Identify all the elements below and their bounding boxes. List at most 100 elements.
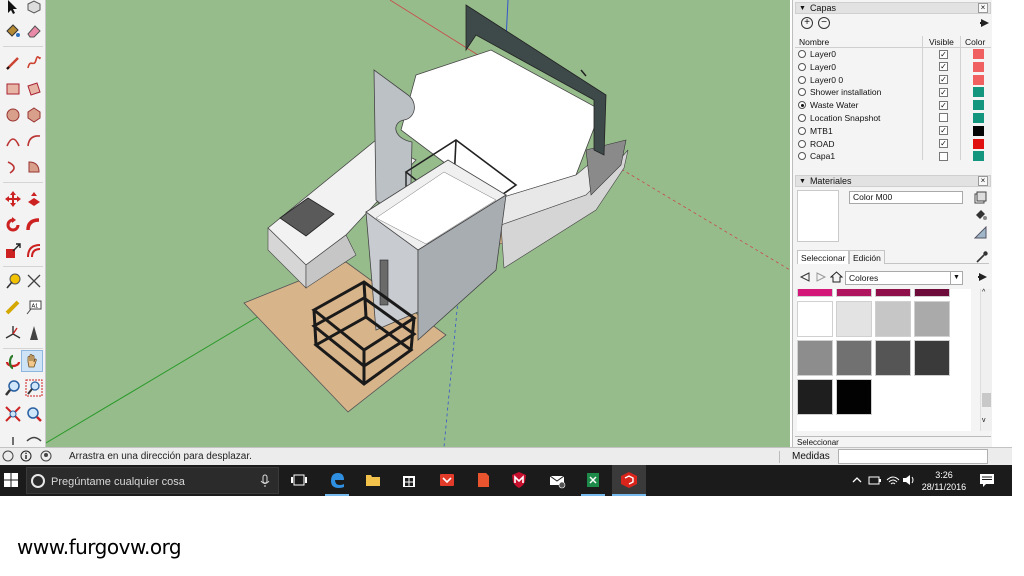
polygon-icon[interactable] [23, 104, 45, 126]
details-arrow-icon[interactable] [979, 17, 991, 29]
acrobat-icon[interactable] [472, 469, 494, 491]
material-swatch[interactable] [875, 301, 911, 337]
rotate-icon[interactable] [2, 214, 24, 236]
material-swatch[interactable] [914, 340, 950, 376]
layer-name[interactable]: ROAD [810, 139, 835, 149]
layer-color-swatch[interactable] [973, 74, 984, 85]
layer-name[interactable]: Layer0 [810, 62, 836, 72]
column-visible[interactable]: Visible [929, 37, 954, 47]
excel-icon[interactable] [582, 469, 604, 491]
layer-visible-checkbox[interactable] [939, 151, 948, 161]
system-clock[interactable]: 3:26 28/11/2016 [918, 469, 970, 493]
3d-text-icon[interactable] [23, 322, 45, 344]
material-swatch[interactable] [836, 289, 872, 297]
add-layer-icon[interactable]: + [801, 17, 813, 29]
volume-icon[interactable] [898, 469, 920, 491]
task-view-icon[interactable] [288, 469, 310, 491]
windows-start-icon[interactable] [0, 469, 22, 491]
cortana-search-box[interactable]: Pregúntame cualquier cosa [26, 467, 279, 494]
layer-color-swatch[interactable] [973, 112, 984, 123]
active-layer-radio[interactable] [798, 62, 806, 71]
material-swatch[interactable] [836, 340, 872, 376]
move-icon[interactable] [2, 188, 24, 210]
column-name[interactable]: Nombre [799, 37, 829, 47]
material-swatch[interactable] [797, 289, 833, 297]
chevron-down-icon[interactable]: ▼ [950, 272, 962, 284]
forward-arrow-icon[interactable] [815, 271, 827, 283]
layer-color-swatch[interactable] [973, 125, 984, 136]
active-layer-radio[interactable] [798, 75, 806, 84]
active-layer-radio[interactable] [798, 101, 806, 110]
tab-select[interactable]: Seleccionar [797, 250, 850, 264]
layers-panel-header[interactable]: ▼ Capas × [795, 2, 991, 14]
layer-row[interactable]: Capa1 [795, 150, 991, 163]
pie-icon[interactable] [23, 156, 45, 178]
material-swatch[interactable] [797, 340, 833, 376]
freehand-icon[interactable] [23, 52, 45, 74]
microphone-icon[interactable] [259, 474, 271, 488]
layer-name[interactable]: Shower installation [810, 87, 881, 97]
pencil-line-icon[interactable] [2, 52, 24, 74]
tab-edit[interactable]: Edición [849, 250, 885, 264]
measurements-input[interactable] [838, 449, 988, 464]
scroll-thumb[interactable] [982, 393, 991, 407]
material-swatch[interactable] [797, 301, 833, 337]
collapse-triangle-icon[interactable]: ▼ [799, 178, 806, 185]
layer-name[interactable]: Capa1 [810, 151, 835, 161]
mcafee-icon[interactable] [508, 469, 530, 491]
layer-color-swatch[interactable] [973, 138, 984, 149]
active-layer-radio[interactable] [798, 152, 806, 161]
material-swatch[interactable] [836, 379, 872, 415]
layer-name[interactable]: Layer0 0 [810, 75, 843, 85]
protractor-icon[interactable] [2, 296, 24, 318]
material-swatch[interactable] [875, 289, 911, 297]
user-account-icon[interactable] [40, 450, 52, 462]
layer-visible-checkbox[interactable] [939, 113, 948, 123]
layer-row[interactable]: Location Snapshot [795, 112, 991, 125]
layer-color-swatch[interactable] [973, 100, 984, 111]
sample-paint-icon[interactable] [973, 225, 987, 239]
material-name-field[interactable]: Color M00 [849, 191, 963, 204]
layer-name[interactable]: MTB1 [810, 126, 833, 136]
rotated-rectangle-icon[interactable] [23, 78, 45, 100]
zoom-window-icon[interactable] [23, 377, 45, 399]
two-point-arc-icon[interactable] [23, 130, 45, 152]
material-swatch[interactable] [836, 301, 872, 337]
3d-viewport[interactable] [46, 0, 790, 447]
push-pull-icon[interactable] [23, 188, 45, 210]
previous-view-icon[interactable] [23, 403, 45, 425]
three-point-arc-icon[interactable] [2, 156, 24, 178]
paint-bucket-icon[interactable] [2, 20, 24, 42]
notification-center-icon[interactable] [976, 469, 998, 491]
geo-location-icon[interactable] [2, 450, 14, 462]
select-arrow-icon[interactable] [2, 0, 24, 18]
layer-visible-checkbox[interactable]: ✓ [939, 126, 948, 136]
rectangle-icon[interactable] [2, 78, 24, 100]
mail-icon[interactable] [546, 469, 568, 491]
layer-visible-checkbox[interactable]: ✓ [939, 87, 948, 97]
layer-row[interactable]: MTB1 ✓ [795, 125, 991, 138]
layer-color-swatch[interactable] [973, 49, 984, 59]
layer-visible-checkbox[interactable]: ✓ [939, 139, 948, 149]
layer-row[interactable]: Shower installation ✓ [795, 86, 991, 99]
layer-name[interactable]: Waste Water [810, 100, 859, 110]
follow-me-icon[interactable] [23, 214, 45, 236]
offset-icon[interactable] [23, 240, 45, 262]
create-material-icon[interactable] [974, 191, 987, 204]
home-icon[interactable] [829, 270, 844, 283]
make-component-icon[interactable] [23, 0, 45, 18]
layer-color-swatch[interactable] [973, 151, 984, 162]
active-layer-radio[interactable] [798, 139, 806, 148]
store-icon[interactable] [398, 469, 420, 491]
layer-row[interactable]: Layer0 ✓ [795, 61, 991, 74]
materials-scrollbar[interactable]: ^ v [980, 289, 992, 431]
details-arrow-icon[interactable] [977, 271, 989, 283]
material-swatch[interactable] [914, 289, 950, 297]
back-arrow-icon[interactable] [799, 271, 811, 283]
axes-icon[interactable] [2, 322, 24, 344]
zoom-extents-icon[interactable] [2, 403, 24, 425]
materials-panel-header[interactable]: ▼ Materiales × [795, 175, 991, 187]
circle-icon[interactable] [2, 104, 24, 126]
paint-default-icon[interactable] [974, 208, 987, 221]
layer-visible-checkbox[interactable]: ✓ [939, 75, 948, 85]
